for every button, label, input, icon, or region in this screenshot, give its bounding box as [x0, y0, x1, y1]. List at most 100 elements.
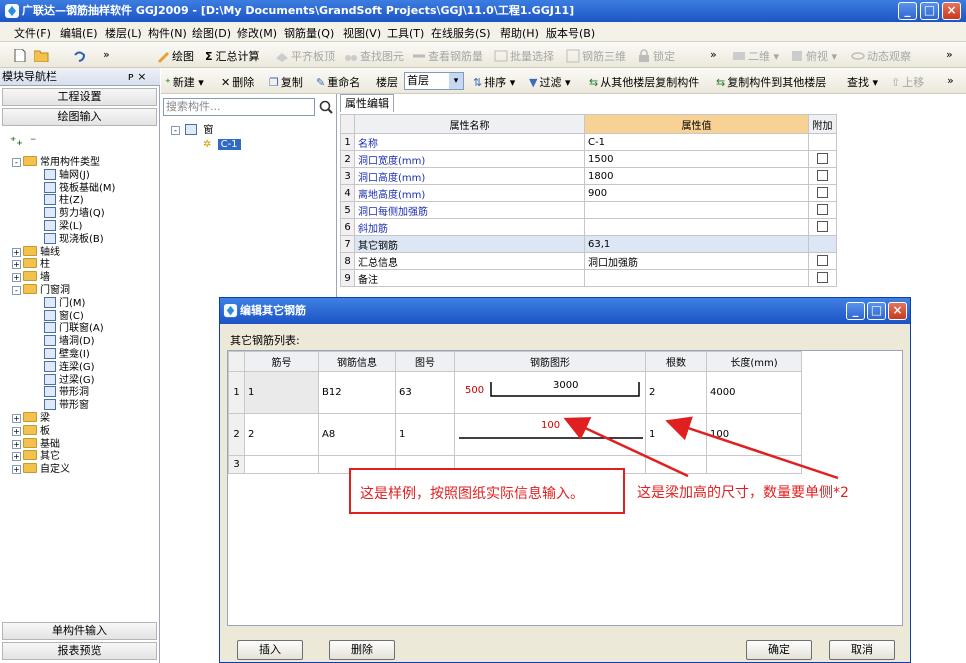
tree-item[interactable]: 轴网(J): [44, 168, 90, 181]
expand-icon[interactable]: +: [12, 426, 21, 436]
property-value[interactable]: 洞口加强筋: [584, 252, 809, 270]
view-rebar-button[interactable]: 查看钢筋量: [412, 48, 483, 64]
menu-modify[interactable]: 修改(M): [237, 25, 277, 41]
tree-folder[interactable]: - 门窗洞: [12, 284, 70, 296]
tree-item[interactable]: 过梁(G): [44, 373, 95, 386]
expand-all-icon[interactable]: ⁺₊: [10, 134, 23, 148]
tree-item[interactable]: 带形窗: [44, 399, 89, 411]
new-file-icon[interactable]: [14, 49, 26, 62]
pin-close-buttons[interactable]: ᴘ ×: [128, 68, 146, 86]
tree-item[interactable]: 墙洞(D): [44, 335, 95, 347]
component-item-c1[interactable]: ✲ C-1: [203, 139, 241, 151]
dialog-minimize-button[interactable]: _: [846, 302, 865, 320]
expand-icon[interactable]: +: [12, 465, 21, 475]
property-row[interactable]: 8 汇总信息 洞口加强筋: [340, 252, 837, 270]
menu-floor[interactable]: 楼层(L): [105, 25, 142, 41]
lock-button[interactable]: 锁定: [637, 48, 675, 64]
tree-folder[interactable]: + 其它: [12, 450, 60, 462]
rename-component-button[interactable]: ✎ 重命名: [316, 74, 360, 90]
tree-folder[interactable]: + 自定义: [12, 463, 70, 475]
mode-2d-button[interactable]: 二维 ▾: [732, 48, 779, 64]
tree-item[interactable]: 连梁(G): [44, 360, 95, 373]
expand-icon[interactable]: +: [12, 260, 21, 270]
menu-help[interactable]: 帮助(H): [500, 25, 539, 41]
single-input-button[interactable]: 单构件输入: [2, 622, 157, 640]
property-value[interactable]: 900: [584, 184, 809, 202]
flat-slab-button[interactable]: 平齐板顶: [275, 48, 335, 64]
component-tree-root[interactable]: - 窗: [171, 124, 213, 136]
tree-folder[interactable]: + 柱: [12, 258, 50, 270]
property-row[interactable]: 1 名称 C-1: [340, 133, 837, 151]
dialog-maximize-button[interactable]: □: [867, 302, 886, 320]
tree-folder[interactable]: - 常用构件类型: [12, 156, 100, 168]
attach-checkbox[interactable]: [817, 186, 828, 198]
expand-icon[interactable]: +: [12, 273, 21, 283]
collapse-icon[interactable]: -: [12, 286, 21, 295]
tab-property-edit[interactable]: 属性编辑: [340, 94, 394, 112]
project-settings-button[interactable]: 工程设置: [2, 88, 157, 106]
menu-view[interactable]: 视图(V): [343, 25, 381, 41]
cancel-button[interactable]: 取消: [829, 640, 895, 660]
property-row[interactable]: 4 离地高度(mm) 900: [340, 184, 837, 202]
tree-folder[interactable]: + 轴线: [12, 245, 60, 258]
tree-item[interactable]: 壁龛(I): [44, 348, 90, 360]
toolbar-more-right[interactable]: »: [946, 48, 953, 61]
draw-input-button[interactable]: 绘图输入: [2, 108, 157, 126]
filter-button[interactable]: ▼ 过滤 ▾: [529, 74, 571, 90]
rebar-3d-button[interactable]: 钢筋三维: [566, 48, 626, 64]
menu-version[interactable]: 版本号(B): [546, 25, 595, 41]
tree-item[interactable]: 剪力墙(Q): [44, 207, 105, 219]
collapse-all-icon[interactable]: ⁻: [30, 134, 36, 148]
open-folder-icon[interactable]: [34, 49, 49, 62]
property-value[interactable]: 1500: [584, 150, 809, 168]
attach-checkbox[interactable]: [817, 220, 828, 232]
attach-checkbox[interactable]: [817, 203, 828, 215]
tree-item[interactable]: 门联窗(A): [44, 322, 104, 334]
menu-edit[interactable]: 编辑(E): [60, 25, 98, 41]
report-preview-button[interactable]: 报表预览: [2, 642, 157, 660]
menu-component[interactable]: 构件(N): [148, 25, 187, 41]
dialog-close-button[interactable]: ×: [888, 302, 907, 320]
attach-checkbox[interactable]: [817, 152, 828, 164]
property-row[interactable]: 9 备注: [340, 269, 837, 287]
property-value[interactable]: C-1: [584, 133, 809, 151]
expand-icon[interactable]: +: [12, 247, 21, 257]
attach-checkbox[interactable]: [817, 254, 828, 266]
draw-button[interactable]: 绘图: [156, 48, 194, 64]
copy-component-button[interactable]: ❐ 复制: [269, 74, 303, 90]
rebar-row[interactable]: 1 1 B12 63 500 3000 2 4000: [228, 371, 802, 414]
sum-calc-button[interactable]: Σ 汇总计算: [205, 48, 260, 64]
tree-item[interactable]: 现浇板(B): [44, 232, 104, 245]
expand-icon[interactable]: +: [12, 439, 21, 449]
property-value[interactable]: 63,1: [584, 235, 809, 253]
expand-icon[interactable]: +: [12, 452, 21, 462]
maximize-button[interactable]: □: [920, 2, 939, 20]
property-value[interactable]: [584, 269, 809, 287]
menu-file[interactable]: 文件(F): [14, 25, 51, 41]
property-value[interactable]: [584, 201, 809, 219]
find-element-button[interactable]: 查找图元: [344, 48, 404, 64]
rebar-shape-cell[interactable]: 500 3000: [454, 371, 646, 414]
tree-item[interactable]: 梁(L): [44, 220, 82, 232]
tree-item[interactable]: 柱(Z): [44, 194, 84, 206]
new-component-button[interactable]: ⁺ 新建 ▾: [165, 74, 204, 90]
sort-button[interactable]: ⇅ 排序 ▾: [473, 74, 515, 90]
move-up-button[interactable]: ⇧ 上移: [891, 74, 924, 90]
delete-component-button[interactable]: ✕ 删除: [221, 74, 254, 90]
menu-tools[interactable]: 工具(T): [387, 25, 424, 41]
collapse-icon[interactable]: -: [12, 158, 21, 167]
menu-online[interactable]: 在线服务(S): [431, 25, 491, 41]
property-row[interactable]: 6 斜加筋: [340, 218, 837, 236]
copy-from-floor-button[interactable]: ⇆ 从其他楼层复制构件: [589, 74, 699, 90]
copy-to-floor-button[interactable]: ⇆ 复制构件到其他楼层: [716, 74, 826, 90]
tree-folder[interactable]: + 梁: [12, 412, 50, 424]
property-row[interactable]: 5 洞口每侧加强筋: [340, 201, 837, 219]
top-view-button[interactable]: 俯视 ▾: [790, 48, 837, 64]
tree-item[interactable]: 窗(C): [44, 309, 84, 322]
tree-folder[interactable]: + 板: [12, 424, 50, 437]
delete-row-button[interactable]: 删除: [329, 640, 395, 660]
undo-icon[interactable]: [72, 49, 86, 62]
component-toolbar-more[interactable]: »: [947, 74, 954, 87]
floor-select[interactable]: 首层 ▾: [404, 72, 464, 90]
menu-rebar-qty[interactable]: 钢筋量(Q): [284, 25, 334, 41]
